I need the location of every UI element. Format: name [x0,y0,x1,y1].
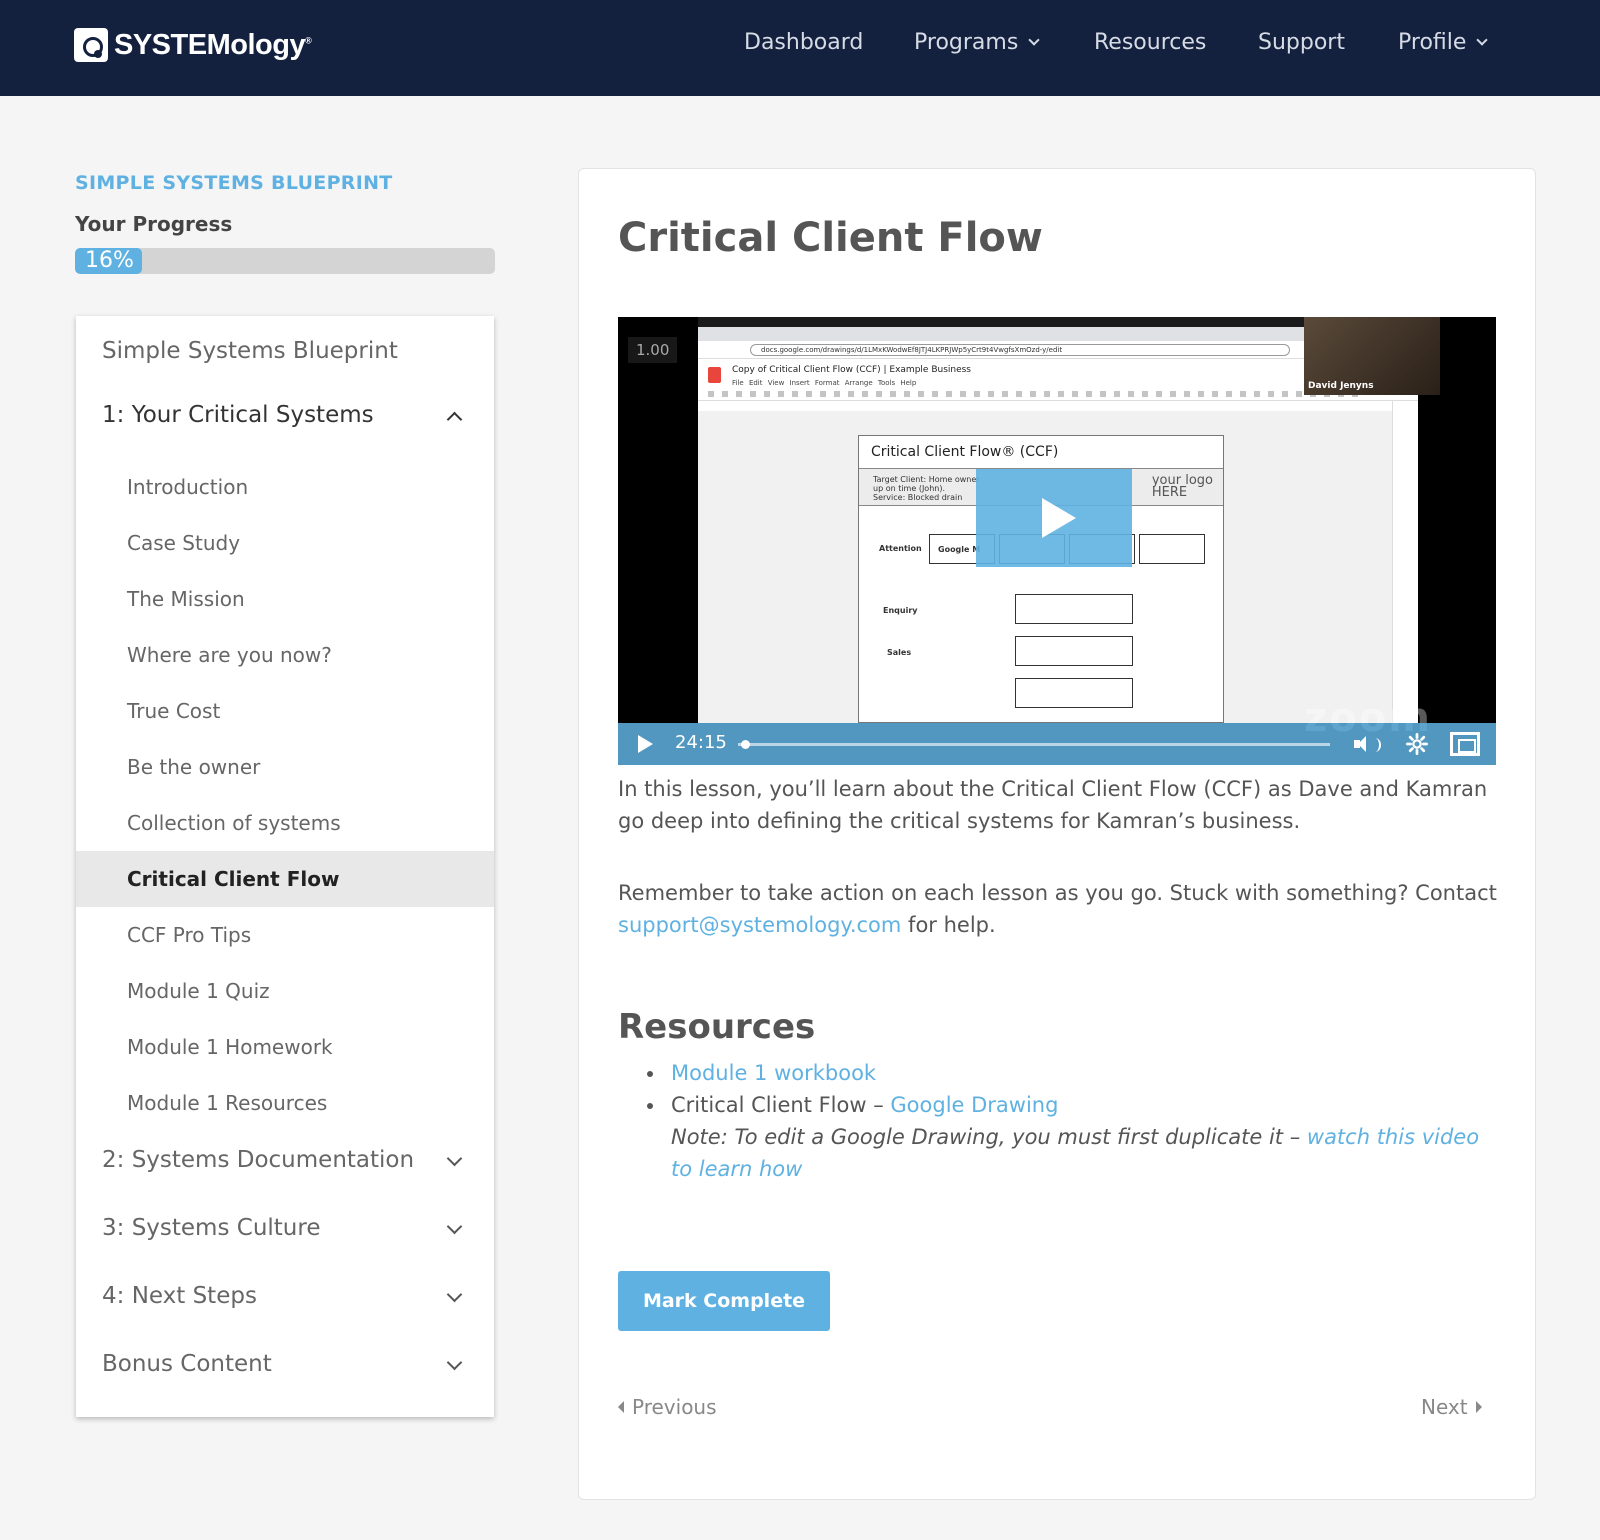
nav-profile[interactable]: Profile [1398,30,1489,55]
nav-support[interactable]: Support [1258,30,1345,55]
video-url-text: docs.google.com/drawings/d/1LMxKWodwEf8J… [761,346,1063,354]
lesson-critical-client-flow[interactable]: Critical Client Flow [76,851,494,907]
drawing-box [1015,594,1133,624]
progress-percent: 16% [85,248,134,273]
drawing-title: Critical Client Flow® (CCF) [871,444,1059,460]
settings-gear-icon[interactable] [1406,733,1428,755]
list-item: Critical Client Flow – Google Drawing No… [647,1089,1501,1185]
lesson-reminder-text: Remember to take action on each lesson a… [618,881,1497,937]
module-label: 1: Your Critical Systems [102,402,374,428]
drawings-icon [708,367,721,383]
progress-bar: 16% [75,248,495,274]
module-bonus-header[interactable]: Bonus Content [76,1347,494,1387]
lesson-ccf-pro-tips[interactable]: CCF Pro Tips [76,907,494,963]
video-doc-toolbar [708,391,1358,397]
module-label: 2: Systems Documentation [102,1147,415,1173]
playback-speed[interactable]: 1.00 [628,337,678,363]
chevron-up-icon [446,411,463,428]
drawing-info-text: Target Client: Home owner up on time (Jo… [873,475,980,502]
resources-heading: Resources [618,1007,816,1047]
lesson-be-the-owner[interactable]: Be the owner [76,739,494,795]
progress-label: Your Progress [75,212,233,236]
course-title: SIMPLE SYSTEMS BLUEPRINT [75,172,393,194]
module-label: 4: Next Steps [102,1283,257,1309]
lesson-the-mission[interactable]: The Mission [76,571,494,627]
module-label: 3: Systems Culture [102,1215,321,1241]
drawing-box [1015,678,1133,708]
lesson-title: Critical Client Flow [618,215,1043,261]
drawing-stage-attention: Attention [879,544,922,553]
video-side-tools [1392,401,1418,723]
top-navigation-bar: SYSTEMology® Dashboard Programs Resource… [0,0,1600,96]
chevron-down-icon [446,1286,463,1303]
video-duration: 24:15 [675,732,727,753]
caret-right-icon [1475,1401,1482,1413]
drawing-box [1015,636,1133,666]
seek-handle[interactable] [740,740,750,749]
drawing-box [1139,534,1205,564]
module-3-header[interactable]: 3: Systems Culture [76,1211,494,1251]
play-button[interactable] [638,735,653,753]
lesson-case-study[interactable]: Case Study [76,515,494,571]
fullscreen-icon[interactable] [1450,732,1480,756]
play-icon [1042,498,1076,538]
module-2-header[interactable]: 2: Systems Documentation [76,1143,494,1183]
big-play-button[interactable] [976,469,1132,567]
video-webcam-overlay: David Jenyns [1304,317,1440,395]
webcam-name: David Jenyns [1308,381,1374,391]
lesson-collection-of-systems[interactable]: Collection of systems [76,795,494,851]
module-4-header[interactable]: 4: Next Steps [76,1279,494,1319]
module-1-workbook-link[interactable]: Module 1 workbook [671,1061,876,1085]
lesson-module-1-homework[interactable]: Module 1 Homework [76,1019,494,1075]
previous-lesson-link[interactable]: Previous [618,1395,717,1419]
lesson-intro-text: In this lesson, you’ll learn about the C… [618,777,1488,833]
volume-icon[interactable] [1354,735,1384,755]
resource-note: Note: To edit a Google Drawing, you must… [671,1125,1480,1181]
nav-resources[interactable]: Resources [1094,30,1206,55]
resources-list: Module 1 workbook Critical Client Flow –… [647,1057,1501,1185]
chevron-down-icon [446,1218,463,1235]
mark-complete-button[interactable]: Mark Complete [618,1271,830,1331]
chevron-down-icon [446,1354,463,1371]
video-seek-bar[interactable] [738,740,1330,749]
nav-dashboard[interactable]: Dashboard [744,30,863,55]
drawing-stage-enquiry: Enquiry [883,606,918,615]
lesson-module-1-quiz[interactable]: Module 1 Quiz [76,963,494,1019]
course-outline-title[interactable]: Simple Systems Blueprint [102,338,398,364]
drawing-logo-placeholder: your logo HERE [1151,473,1213,500]
video-doc-menu: File Edit View Insert Format Arrange Too… [732,379,917,387]
course-outline: Simple Systems Blueprint 1: Your Critica… [76,316,494,1417]
video-controls: 24:15 [618,723,1496,765]
drawing-stage-sales: Sales [887,648,912,657]
next-lesson-link[interactable]: Next [1421,1395,1482,1419]
video-url-field: docs.google.com/drawings/d/1LMxKWodwEf8J… [750,344,1290,356]
chevron-down-icon [1028,33,1040,46]
lesson-where-are-you-now[interactable]: Where are you now? [76,627,494,683]
support-email-link[interactable]: support@systemology.com [618,913,901,937]
module-1-header[interactable]: 1: Your Critical Systems [76,398,494,438]
module-label: Bonus Content [102,1351,272,1377]
list-item: Module 1 workbook [647,1057,1501,1089]
nav-programs[interactable]: Programs [914,30,1040,55]
caret-left-icon [618,1401,624,1413]
google-drawing-link[interactable]: Google Drawing [890,1093,1058,1117]
lesson-content-card: Critical Client Flow docs.google.com/dra… [578,168,1536,1500]
chevron-down-icon [1476,33,1489,46]
chevron-down-icon [446,1150,463,1167]
video-player[interactable]: docs.google.com/drawings/d/1LMxKWodwEf8J… [618,317,1496,765]
video-doc-title: Copy of Critical Client Flow (CCF) | Exa… [732,365,972,375]
main-nav: Dashboard Programs Resources Support Pro… [0,30,1600,66]
lesson-introduction[interactable]: Introduction [76,459,494,515]
lesson-true-cost[interactable]: True Cost [76,683,494,739]
lesson-module-1-resources[interactable]: Module 1 Resources [76,1075,494,1131]
